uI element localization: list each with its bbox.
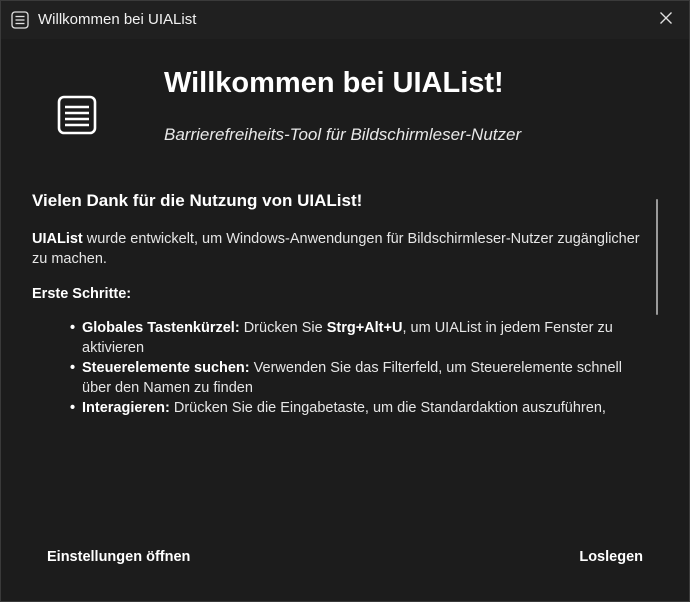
intro-paragraph: UIAList wurde entwickelt, um Windows-Anw… <box>32 229 652 269</box>
list-item: • Steuerelemente suchen: Verwenden Sie da… <box>70 358 652 398</box>
app-name: UIAList <box>32 231 83 247</box>
step-title: Interagieren: <box>82 400 170 416</box>
bullet-icon: • <box>70 360 76 376</box>
welcome-heading: Vielen Dank für die Nutzung von UIAList! <box>32 191 363 210</box>
page-subtitle: Barrierefreiheits-Tool für Bildschirmles… <box>164 125 522 144</box>
steps-list: • Globales Tastenkürzel: Drücken Sie Strg… <box>32 318 652 418</box>
step-title: Steuerelemente suchen: <box>82 360 250 376</box>
list-icon <box>57 95 97 135</box>
get-started-button[interactable]: Loslegen <box>579 539 643 575</box>
title-bar[interactable]: Willkommen bei UIAList <box>1 1 689 39</box>
bullet-icon: • <box>70 400 76 416</box>
welcome-window: Willkommen bei UIAList Willkommen bei UI… <box>0 0 690 602</box>
step-title: Globales Tastenkürzel: <box>82 320 240 336</box>
bullet-icon: • <box>70 320 76 336</box>
welcome-text-area[interactable]: Vielen Dank für die Nutzung von UIAList!… <box>32 189 652 421</box>
window-title: Willkommen bei UIAList <box>38 11 197 28</box>
step-text: Drücken Sie <box>239 320 327 336</box>
close-icon <box>659 11 673 30</box>
dialog-content: Willkommen bei UIAList! Barrierefreiheit… <box>1 39 689 601</box>
shortcut-text: Strg+Alt+U <box>326 320 403 336</box>
list-item: • Globales Tastenkürzel: Drücken Sie Strg… <box>70 318 652 358</box>
list-item: • Interagieren: Drücken Sie die Eingabeta… <box>70 398 652 418</box>
scrollbar[interactable] <box>656 199 658 315</box>
dialog-footer: Einstellungen öffnen Loslegen <box>1 539 689 579</box>
intro-text: wurde entwickelt, um Windows-Anwendungen… <box>32 231 640 267</box>
steps-heading: Erste Schritte: <box>32 286 132 302</box>
page-title: Willkommen bei UIAList! <box>164 67 504 99</box>
close-button[interactable] <box>643 1 689 39</box>
open-settings-button[interactable]: Einstellungen öffnen <box>47 539 190 575</box>
step-text: Drücken Sie die Eingabetaste, um die Sta… <box>169 400 606 416</box>
list-icon <box>11 11 29 29</box>
